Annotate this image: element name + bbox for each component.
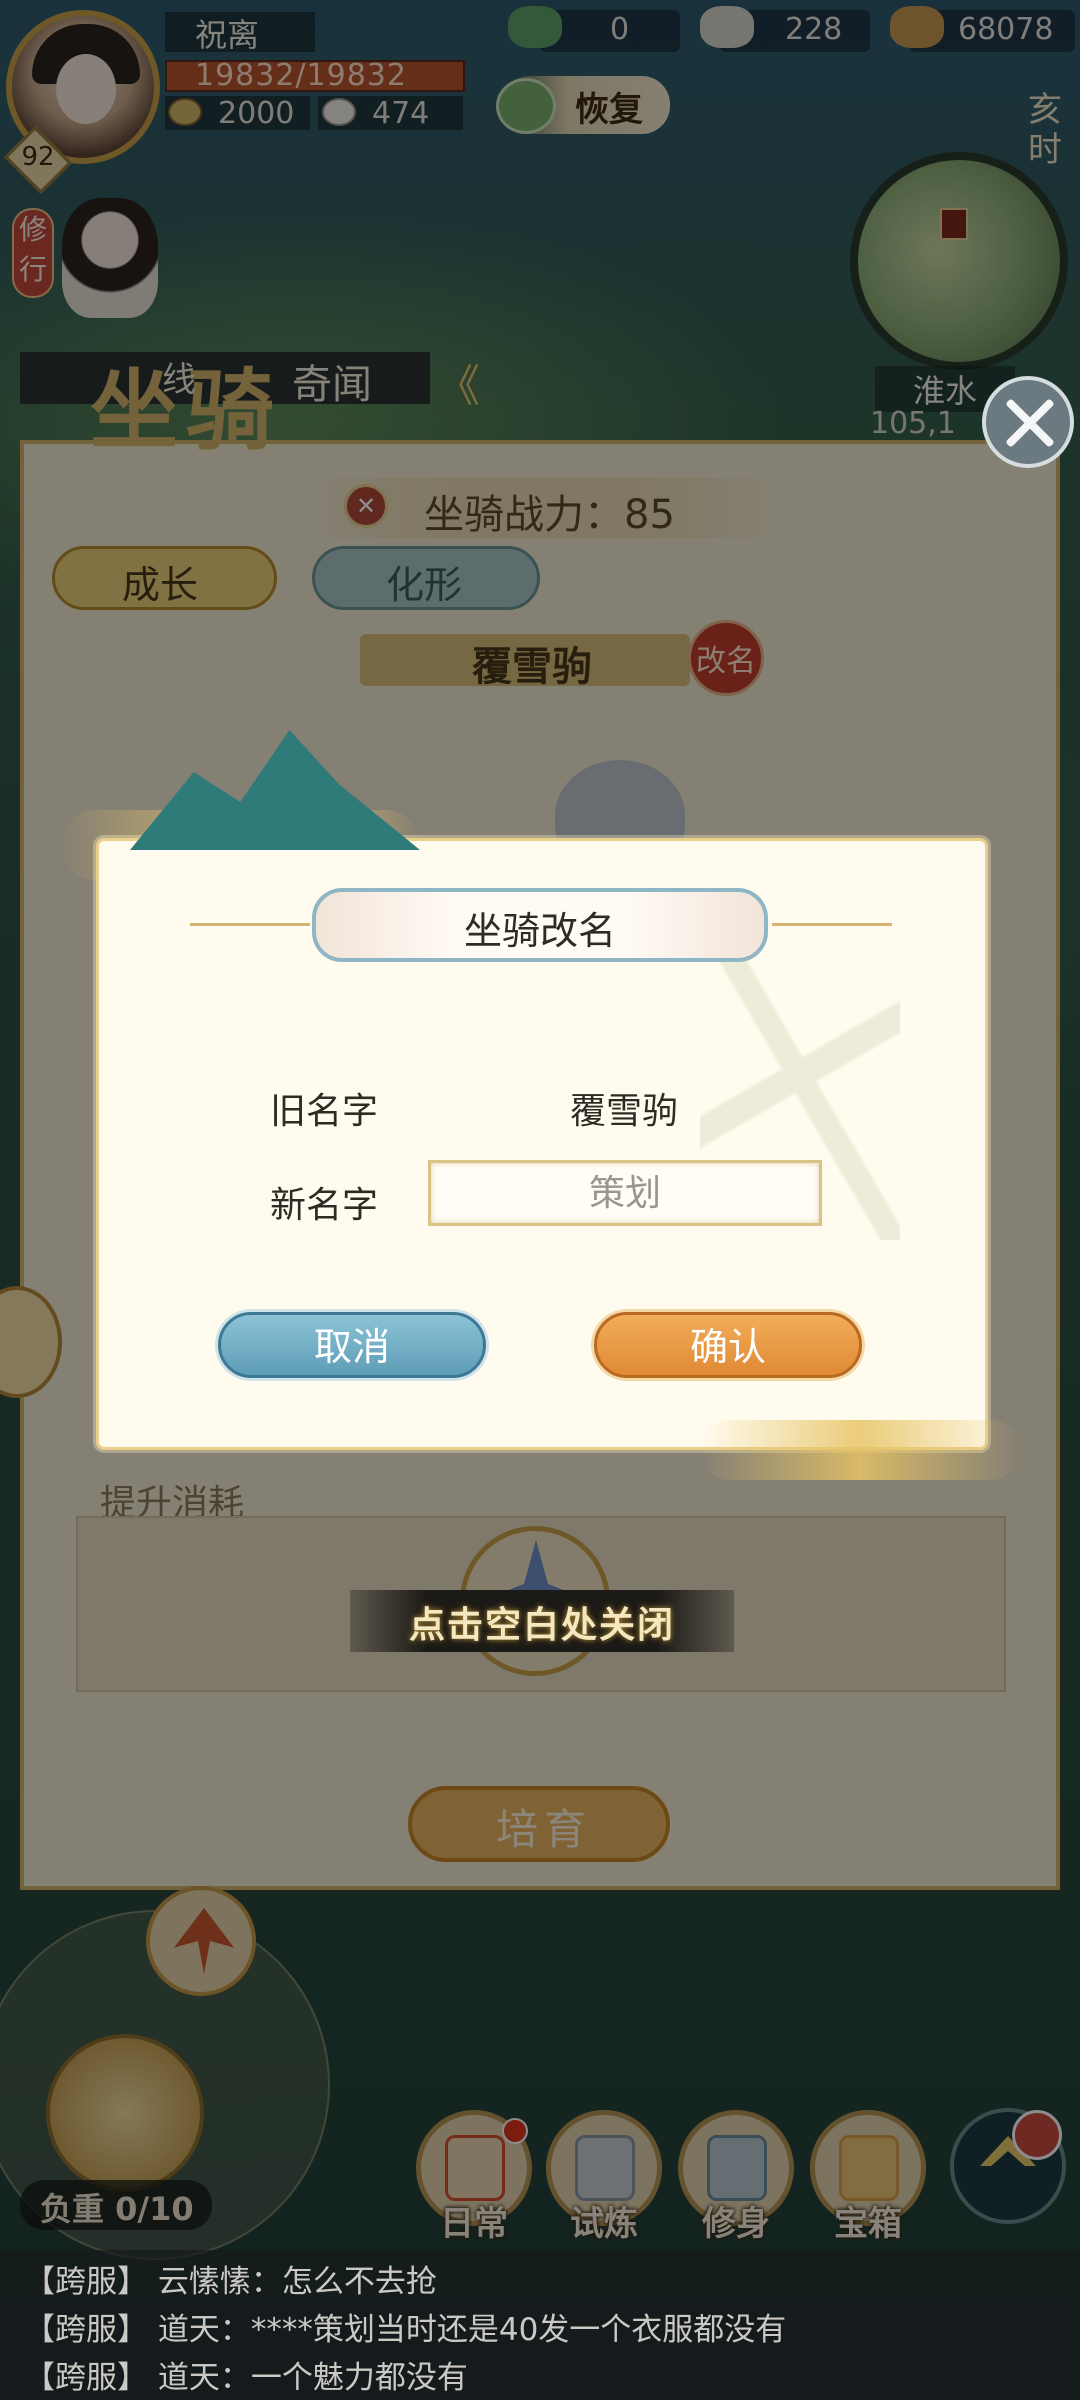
dialog-cloud-decoration bbox=[700, 1420, 1020, 1480]
old-name-label: 旧名字 bbox=[270, 1091, 379, 1132]
old-name-value: 覆雪驹 bbox=[570, 1091, 679, 1132]
chat-line: 【跨服】 道天：一个魅力都没有 bbox=[24, 2360, 468, 2396]
dialog-title: 坐骑改名 bbox=[463, 909, 616, 953]
new-name-input[interactable] bbox=[428, 1160, 822, 1226]
cancel-label: 取消 bbox=[313, 1325, 390, 1369]
title-ornament-right bbox=[772, 923, 892, 926]
close-icon[interactable] bbox=[982, 376, 1074, 468]
chat-line: 【跨服】 道天：****策划当时还是40发一个衣服都没有 bbox=[24, 2312, 787, 2348]
title-ornament-left bbox=[190, 923, 310, 926]
chat-line: 【跨服】 云愫愫：怎么不去抢 bbox=[24, 2264, 437, 2300]
confirm-label: 确认 bbox=[689, 1325, 766, 1369]
new-name-label: 新名字 bbox=[270, 1185, 379, 1226]
chat-area[interactable]: 【跨服】 云愫愫：怎么不去抢 【跨服】 道天：****策划当时还是40发一个衣服… bbox=[0, 2250, 1080, 2400]
dismiss-hint: 点击空白处关闭 bbox=[408, 1605, 675, 1646]
